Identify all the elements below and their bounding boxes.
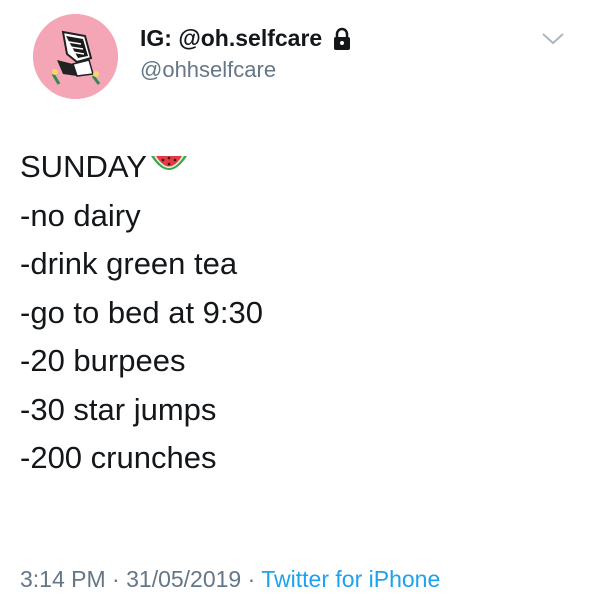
meta-separator: ·	[105, 566, 127, 592]
tweet-line: -20 burpees	[20, 343, 186, 378]
meta-separator: ·	[241, 566, 262, 592]
tweet-line: -go to bed at 9:30	[20, 294, 264, 330]
lock-icon	[334, 27, 351, 50]
display-name-text: IG: @oh.selfcare	[140, 25, 323, 51]
tweet-line: -30 star jumps	[20, 391, 217, 427]
chevron-down-icon[interactable]	[540, 30, 566, 48]
tweet-date[interactable]: 31/05/2019	[126, 566, 241, 592]
user-handle[interactable]: @ohhselfcare	[140, 57, 276, 83]
watermelon-emoji-icon	[150, 155, 187, 170]
display-name[interactable]: IG: @oh.selfcare	[140, 25, 352, 52]
tweet-line: -no dairy	[20, 197, 141, 233]
tweet-heading-line: SUNDAY	[20, 143, 263, 192]
tweet-text: SUNDAY -no dairy -drink green tea -go to…	[20, 143, 263, 483]
tweet-line: -200 crunches	[20, 440, 217, 475]
sneakers-icon	[33, 14, 118, 99]
tweet-meta: 3:14 PM · 31/05/2019 · Twitter for iPhon…	[20, 566, 440, 593]
tweet-line: -drink green tea	[20, 246, 238, 281]
tweet-source-link[interactable]: Twitter for iPhone	[261, 566, 440, 592]
tweet-time[interactable]: 3:14 PM	[20, 566, 106, 592]
avatar[interactable]	[33, 14, 118, 99]
tweet-card: IG: @oh.selfcare @ohhselfcare SUNDAY -no…	[0, 0, 600, 600]
tweet-heading: SUNDAY	[20, 149, 147, 184]
